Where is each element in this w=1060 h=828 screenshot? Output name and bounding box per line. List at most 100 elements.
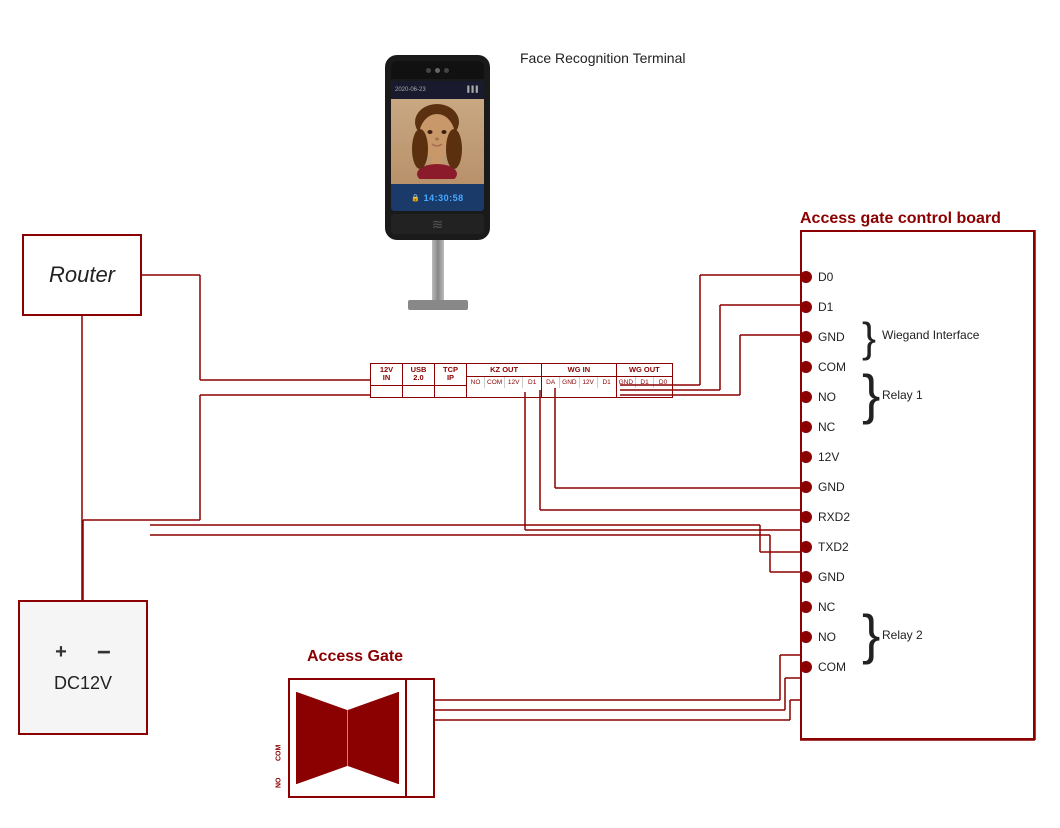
relay1-label-text: Relay 1 bbox=[882, 388, 923, 402]
terminal-screen-status: 2020-06-23 ▌▌▌ bbox=[391, 81, 484, 99]
board-pin-row-nc2: NC bbox=[800, 592, 856, 622]
board-pin-row-d0: D0 bbox=[800, 262, 856, 292]
port-pin-d1c: D1 bbox=[636, 377, 654, 388]
port-pin-gnd2: GND bbox=[617, 377, 636, 388]
terminal-signal: ▌▌▌ bbox=[467, 87, 480, 93]
wiegand-brace: } bbox=[862, 317, 876, 359]
pin-dot-gnd3 bbox=[800, 571, 812, 583]
router-label: Router bbox=[49, 262, 115, 288]
relay1-brace: } bbox=[862, 367, 880, 422]
port-pin-12v3: 12V bbox=[580, 377, 598, 388]
pin-dot-nc2 bbox=[800, 601, 812, 613]
gate-flap-right bbox=[348, 692, 400, 785]
port-label-tcp: TCPIP bbox=[435, 364, 466, 386]
port-section-kzout: KZ OUT NO COM 12V D1 bbox=[467, 364, 542, 397]
board-pin-row-txd2: TXD2 bbox=[800, 532, 856, 562]
pin-name-txd2: TXD2 bbox=[818, 540, 856, 554]
terminal-face-area bbox=[391, 99, 484, 184]
board-pin-row-d1: D1 bbox=[800, 292, 856, 322]
battery-box: + − DC12V bbox=[18, 600, 148, 735]
board-pin-row-no2: NO } Relay 2 bbox=[800, 622, 856, 652]
terminal-label: Face Recognition Terminal bbox=[520, 50, 686, 66]
port-label-wgin: WG IN bbox=[542, 364, 615, 377]
pin-dot-12v bbox=[800, 451, 812, 463]
terminal-top-bar bbox=[391, 61, 484, 79]
pin-dot-gnd2 bbox=[800, 481, 812, 493]
port-pin-12v2: 12V bbox=[505, 377, 523, 388]
port-section-12v: 12VIN bbox=[371, 364, 403, 397]
pin-dot-nc1 bbox=[800, 421, 812, 433]
gate-body bbox=[288, 678, 407, 798]
access-gate-label: Access Gate bbox=[307, 648, 403, 666]
pin-name-no1: NO bbox=[818, 390, 856, 404]
board-pin-row-gnd1: GND } Wiegand Interface bbox=[800, 322, 856, 352]
board-pin-row-gnd2: GND bbox=[800, 472, 856, 502]
port-pin-no: NO bbox=[467, 377, 485, 388]
pin-name-nc1: NC bbox=[818, 420, 856, 434]
pin-name-com1: COM bbox=[818, 360, 856, 374]
port-pin bbox=[371, 386, 389, 397]
port-label-usb: USB2.0 bbox=[403, 364, 434, 386]
gate-pin-labels: COM NO bbox=[270, 678, 288, 798]
pin-dot-com2 bbox=[800, 661, 812, 673]
port-pin-d1b: D1 bbox=[598, 377, 616, 388]
pin-name-rxd2: RXD2 bbox=[818, 510, 856, 524]
pin-dot-com1 bbox=[800, 361, 812, 373]
pin-dot-d1 bbox=[800, 301, 812, 313]
port-section-wgout: WG OUT GND D1 D0 bbox=[617, 364, 672, 397]
terminal-base bbox=[408, 300, 468, 310]
port-section-tcp: TCPIP bbox=[435, 364, 467, 397]
gate-right-panel bbox=[407, 678, 435, 798]
gate-pin-no: NO bbox=[270, 768, 288, 798]
terminal-camera-left bbox=[426, 68, 431, 73]
access-gate-device: COM NO bbox=[270, 678, 435, 798]
pin-name-com2: COM bbox=[818, 660, 856, 674]
pin-dot-no2 bbox=[800, 631, 812, 643]
port-pin-d0: D0 bbox=[654, 377, 672, 388]
pin-name-gnd2: GND bbox=[818, 480, 856, 494]
board-pin-row-gnd3: GND bbox=[800, 562, 856, 592]
board-pin-row-com2: COM bbox=[800, 652, 856, 682]
terminal-time-display: 🔒 14:30:58 bbox=[391, 184, 484, 211]
pin-name-gnd1: GND bbox=[818, 330, 856, 344]
port-section-wgin: WG IN DA GND 12V D1 bbox=[542, 364, 616, 397]
terminal-pole bbox=[432, 240, 444, 300]
board-pin-row-com1: COM bbox=[800, 352, 856, 382]
port-pin bbox=[435, 386, 453, 397]
gate-pin-com: COM bbox=[270, 738, 288, 768]
port-label-kzout: KZ OUT bbox=[467, 364, 541, 377]
terminal-rfid-reader: ≋ bbox=[391, 214, 484, 234]
port-label-12v: 12VIN bbox=[371, 364, 402, 386]
pin-dot-rxd2 bbox=[800, 511, 812, 523]
terminal-camera-right bbox=[444, 68, 449, 73]
relay2-brace: } bbox=[862, 607, 880, 662]
port-label-wgout: WG OUT bbox=[617, 364, 672, 377]
pin-dot-no1 bbox=[800, 391, 812, 403]
pin-name-no2: NO bbox=[818, 630, 856, 644]
pin-name-d0: D0 bbox=[818, 270, 856, 284]
router-box: Router bbox=[22, 234, 142, 316]
battery-label: DC12V bbox=[54, 673, 112, 694]
board-pins-list: D0 D1 GND } Wiegand Interface COM NO } R… bbox=[800, 262, 856, 682]
board-pin-row-no1: NO } Relay 1 bbox=[800, 382, 856, 412]
pin-name-gnd3: GND bbox=[818, 570, 856, 584]
pin-dot-d0 bbox=[800, 271, 812, 283]
port-pin-d1a: D1 bbox=[523, 377, 541, 388]
face-recognition-terminal: 2020-06-23 ▌▌▌ bbox=[385, 55, 490, 310]
board-pin-row-12v: 12V bbox=[800, 442, 856, 472]
port-pin-com1: COM bbox=[485, 377, 505, 388]
battery-negative: − bbox=[97, 641, 111, 665]
terminal-camera-center bbox=[435, 68, 440, 73]
face-silhouette bbox=[410, 104, 465, 179]
rfid-icon: ≋ bbox=[432, 216, 444, 233]
wiegand-interface-label: Wiegand Interface bbox=[882, 328, 979, 342]
pin-name-d1: D1 bbox=[818, 300, 856, 314]
terminal-date: 2020-06-23 bbox=[395, 87, 426, 93]
pin-dot-txd2 bbox=[800, 541, 812, 553]
terminal-screen: 2020-06-23 ▌▌▌ bbox=[391, 81, 484, 211]
battery-positive: + bbox=[55, 641, 67, 665]
control-board-title: Access gate control board bbox=[800, 210, 1001, 228]
board-pin-row-rxd2: RXD2 bbox=[800, 502, 856, 532]
pin-dot-gnd1 bbox=[800, 331, 812, 343]
gate-flap-left bbox=[296, 692, 348, 785]
